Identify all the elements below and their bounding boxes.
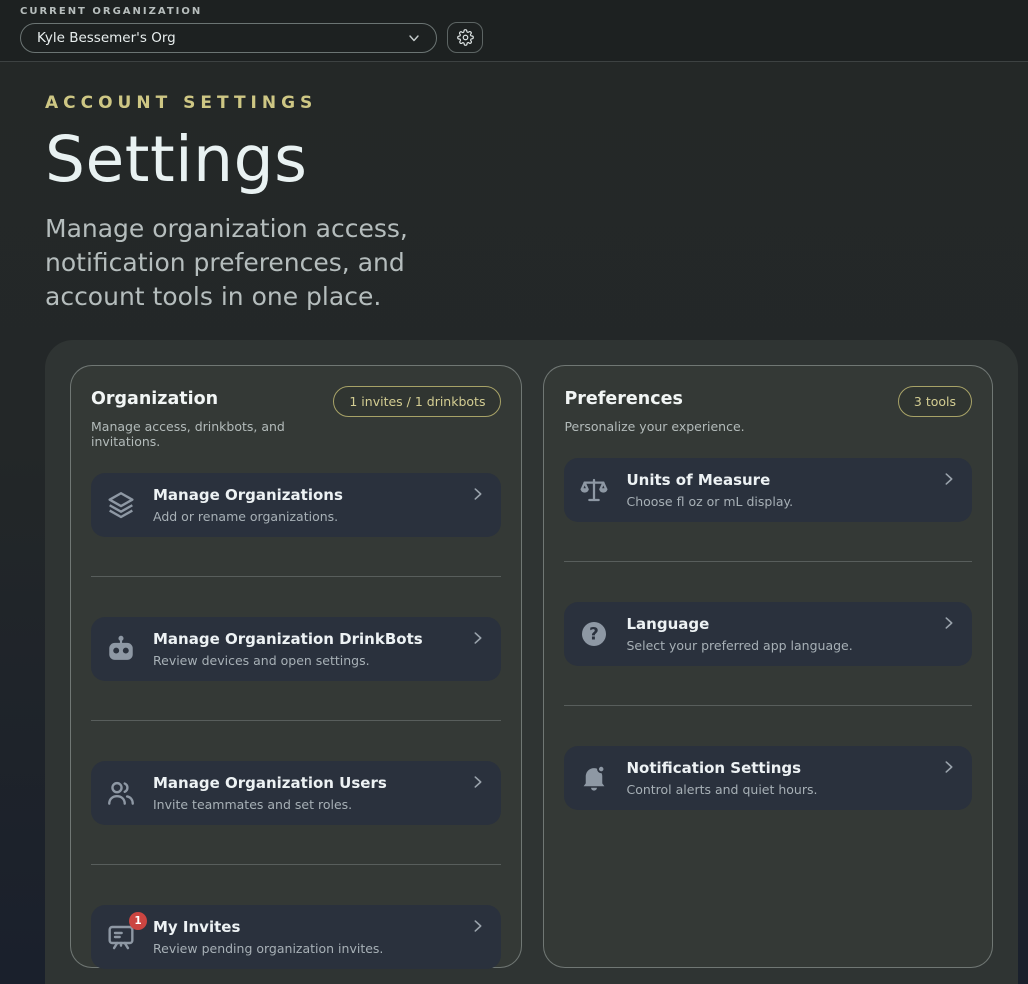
topbar-controls: Kyle Bessemer's Org: [20, 22, 1028, 53]
organization-select-value: Kyle Bessemer's Org: [37, 30, 176, 46]
row-subtitle: Control alerts and quiet hours.: [626, 782, 817, 797]
my-invites-row[interactable]: 1 My Invites Review pending organization…: [91, 905, 501, 969]
chevron-right-icon: [940, 614, 958, 632]
cards-container: Organization Manage access, drinkbots, a…: [70, 365, 993, 968]
question-circle-icon: ?: [578, 618, 610, 650]
layers-icon: [105, 489, 137, 521]
page-description: Manage organization access, notification…: [45, 212, 495, 314]
divider: [564, 561, 972, 562]
divider: [91, 720, 501, 721]
manage-organizations-row[interactable]: Manage Organizations Add or rename organ…: [91, 473, 501, 537]
row-subtitle: Choose fl oz or mL display.: [626, 494, 793, 509]
organization-card-subtitle: Manage access, drinkbots, and invitation…: [91, 419, 333, 449]
preferences-rows: Units of Measure Choose fl oz or mL disp…: [564, 458, 972, 810]
organization-select[interactable]: Kyle Bessemer's Org: [20, 23, 437, 53]
presentation-board-icon: 1: [105, 921, 137, 953]
row-subtitle: Select your preferred app language.: [626, 638, 852, 653]
row-title: Manage Organization DrinkBots: [153, 630, 423, 648]
hero-eyebrow: ACCOUNT SETTINGS: [45, 93, 565, 113]
row-subtitle: Invite teammates and set roles.: [153, 797, 387, 812]
chevron-right-icon: [940, 758, 958, 776]
preferences-card-subtitle: Personalize your experience.: [564, 419, 744, 434]
svg-text:?: ?: [590, 625, 600, 644]
users-icon: [105, 777, 137, 809]
preferences-card-header: Preferences Personalize your experience.…: [564, 386, 972, 434]
organization-card-badge: 1 invites / 1 drinkbots: [333, 386, 501, 417]
organization-card-header: Organization Manage access, drinkbots, a…: [91, 386, 501, 449]
row-title: Manage Organizations: [153, 486, 343, 504]
preferences-card: Preferences Personalize your experience.…: [543, 365, 993, 968]
chevron-right-icon: [469, 629, 487, 647]
gear-icon: [457, 29, 474, 46]
chevron-right-icon: [469, 917, 487, 935]
chevron-down-icon: [406, 30, 422, 46]
preferences-card-badge: 3 tools: [898, 386, 972, 417]
scale-icon: [578, 474, 610, 506]
language-row[interactable]: ? Language Select your preferred app lan…: [564, 602, 972, 666]
preferences-card-title: Preferences: [564, 389, 744, 409]
org-settings-button[interactable]: [447, 22, 483, 53]
chevron-right-icon: [469, 485, 487, 503]
robot-icon: [105, 633, 137, 665]
row-subtitle: Review devices and open settings.: [153, 653, 423, 668]
bell-icon: [578, 762, 610, 794]
organization-card-title: Organization: [91, 389, 333, 409]
manage-users-row[interactable]: Manage Organization Users Invite teammat…: [91, 761, 501, 825]
row-subtitle: Review pending organization invites.: [153, 941, 383, 956]
topbar: CURRENT ORGANIZATION Kyle Bessemer's Org: [0, 0, 1028, 62]
hero-section: ACCOUNT SETTINGS Settings Manage organiz…: [45, 62, 565, 314]
page-title: Settings: [45, 123, 565, 196]
notification-settings-row[interactable]: Notification Settings Control alerts and…: [564, 746, 972, 810]
divider: [564, 705, 972, 706]
divider: [91, 576, 501, 577]
row-title: Units of Measure: [626, 471, 793, 489]
chevron-right-icon: [469, 773, 487, 791]
row-title: Notification Settings: [626, 759, 817, 777]
invite-count-badge: 1: [129, 912, 147, 930]
organization-card: Organization Manage access, drinkbots, a…: [70, 365, 522, 968]
row-title: Language: [626, 615, 852, 633]
row-subtitle: Add or rename organizations.: [153, 509, 343, 524]
current-organization-label: CURRENT ORGANIZATION: [20, 6, 1028, 17]
organization-rows: Manage Organizations Add or rename organ…: [91, 473, 501, 969]
settings-panel: Organization Manage access, drinkbots, a…: [45, 340, 1018, 984]
row-title: Manage Organization Users: [153, 774, 387, 792]
manage-drinkbots-row[interactable]: Manage Organization DrinkBots Review dev…: [91, 617, 501, 681]
chevron-right-icon: [940, 470, 958, 488]
units-of-measure-row[interactable]: Units of Measure Choose fl oz or mL disp…: [564, 458, 972, 522]
divider: [91, 864, 501, 865]
row-title: My Invites: [153, 918, 383, 936]
